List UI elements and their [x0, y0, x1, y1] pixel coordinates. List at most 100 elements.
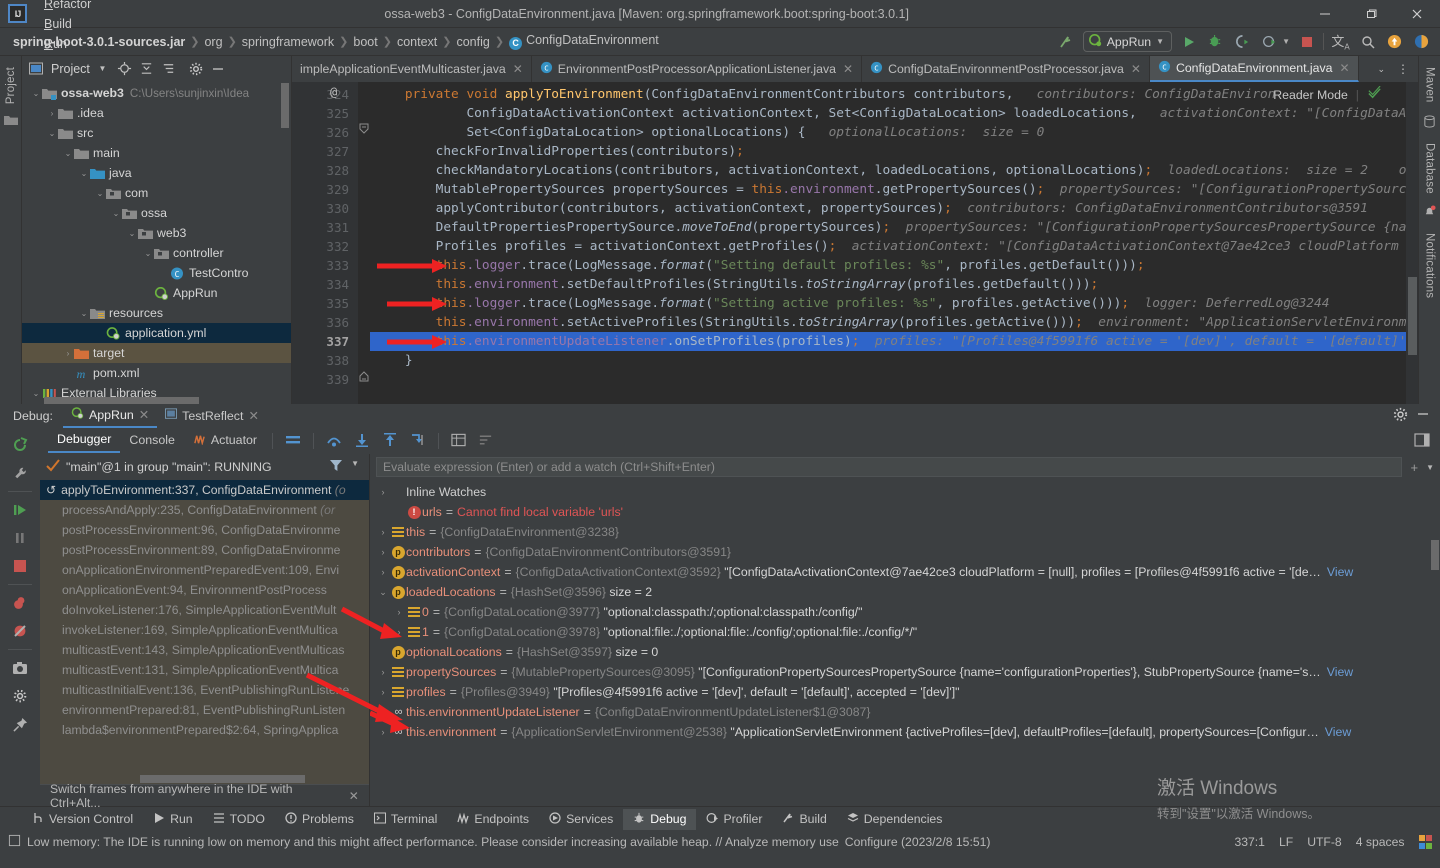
sort-values-icon[interactable]	[472, 433, 499, 450]
variable-row[interactable]: ! urls = Cannot find local variable 'urls'	[370, 502, 1440, 522]
chevron-right-icon[interactable]: ›	[392, 627, 406, 637]
view-link[interactable]: View	[1325, 725, 1351, 739]
fold-end-icon[interactable]	[358, 371, 370, 383]
chevron-right-icon[interactable]: ›	[46, 109, 58, 118]
debugger-settings-icon[interactable]	[1414, 432, 1440, 450]
gutter-line-324[interactable]: 324	[292, 85, 358, 104]
evaluate-table-icon[interactable]	[445, 433, 472, 450]
breadcrumb-item-0[interactable]: spring-boot-3.0.1-sources.jar	[13, 35, 185, 49]
debugger-tab-console[interactable]: Console	[120, 430, 183, 452]
editor-tab-3[interactable]: C ConfigDataEnvironment.java ✕	[1149, 56, 1359, 82]
indent-setting[interactable]: 4 spaces	[1356, 835, 1405, 849]
variables-scrollbar[interactable]	[1431, 540, 1439, 570]
code-line-329[interactable]: MutablePropertySources propertySources =…	[370, 180, 1406, 199]
gutter-line-331[interactable]: 331	[292, 218, 358, 237]
sidebar-item-database[interactable]: Database	[1424, 137, 1436, 200]
fold-column[interactable]	[358, 82, 370, 404]
call-stack-frame[interactable]: multicastEvent:143, SimpleApplicationEve…	[40, 640, 369, 660]
close-icon[interactable]: ✕	[843, 62, 853, 76]
database-icon[interactable]	[1423, 114, 1436, 131]
variable-row[interactable]: › p contributors = {ConfigDataEnvironmentCon…	[370, 542, 1440, 562]
chevron-down-icon[interactable]: ⌄	[30, 89, 42, 98]
toolwindow-button-build[interactable]: Build	[772, 809, 836, 830]
chevron-down-icon[interactable]: ⌄	[62, 149, 74, 158]
chevron-down-icon[interactable]: ⌄	[94, 189, 106, 198]
code-line-328[interactable]: checkMandatoryLocations(contributors, ac…	[370, 161, 1406, 180]
tree-item-controller[interactable]: ⌄ controller	[22, 243, 291, 263]
breadcrumb-item-6[interactable]: C ConfigDataEnvironment	[509, 33, 659, 50]
pause-program-icon[interactable]	[6, 525, 34, 551]
breadcrumb[interactable]: spring-boot-3.0.1-sources.jar ❯ org ❯ spring…	[13, 33, 659, 50]
tool-window-bar[interactable]: Version Control Run TODO Problems Terminal En…	[0, 806, 1440, 831]
gutter-line-333[interactable]: 333	[292, 256, 358, 275]
step-out-icon[interactable]	[376, 432, 404, 450]
settings-wrench-icon[interactable]	[6, 460, 34, 486]
call-stack-frame[interactable]: invokeListener:169, SimpleApplicationEve…	[40, 620, 369, 640]
expand-icon[interactable]	[159, 59, 178, 78]
toolwindow-button-debug[interactable]: Debug	[623, 808, 697, 830]
run-with-coverage-icon[interactable]	[1232, 31, 1253, 52]
breadcrumb-item-4[interactable]: context	[397, 35, 437, 49]
filter-icon[interactable]	[329, 459, 343, 475]
variable-row[interactable]: › ∞ this.environmentUpdateListener = {Config…	[370, 702, 1440, 722]
tree-item-src[interactable]: ⌄ src	[22, 123, 291, 143]
update-icon[interactable]	[1384, 31, 1405, 52]
variable-row[interactable]: › ∞ this.environment = {ApplicationServletEn…	[370, 722, 1440, 742]
code-line-326[interactable]: Set<ConfigDataLocation> optionalLocation…	[370, 123, 1406, 142]
chevron-right-icon[interactable]: ›	[376, 707, 390, 717]
step-over-icon[interactable]	[320, 433, 348, 450]
sidebar-item-project[interactable]: Project	[5, 61, 17, 110]
variable-row[interactable]: › Inline Watches	[370, 482, 1440, 502]
code-line-332[interactable]: Profiles profiles = activationContext.ge…	[370, 237, 1406, 256]
chevron-down-icon[interactable]: ⌄	[78, 169, 90, 178]
debugger-tab-debugger[interactable]: Debugger	[48, 429, 121, 453]
code-line-334[interactable]: this.environment.setDefaultProfiles(Stri…	[370, 275, 1406, 294]
call-stack-frame[interactable]: postProcessEnvironment:89, ConfigDataEnv…	[40, 540, 369, 560]
gutter-line-325[interactable]: 325	[292, 104, 358, 123]
code-line-339[interactable]	[370, 370, 1406, 389]
annotation-marker[interactable]: @	[330, 85, 337, 99]
settings-icon[interactable]	[187, 59, 206, 78]
gutter-line-335[interactable]: 335	[292, 294, 358, 313]
project-tree[interactable]: ⌄ ossa-web3 C:\Users\sunjinxin\Idea › .idea ⌄…	[22, 81, 291, 404]
sidebar-item-notifications[interactable]: Notifications	[1424, 227, 1436, 304]
call-stack-frame[interactable]: environmentPrepared:81, EventPublishingR…	[40, 700, 369, 720]
editor-tab-0[interactable]: impleApplicationEventMulticaster.java ✕	[292, 56, 532, 82]
evaluate-expression-input[interactable]: Evaluate expression (Enter) or add a wat…	[376, 457, 1403, 477]
editor-tab-2[interactable]: C ConfigDataEnvironmentPostProcessor.java…	[862, 56, 1150, 82]
caret-position[interactable]: 337:1	[1234, 835, 1265, 849]
gutter-line-336[interactable]: 336	[292, 313, 358, 332]
step-into-icon[interactable]	[348, 433, 376, 450]
call-stack-frame[interactable]: lambda$environmentPrepared$2:64, SpringA…	[40, 720, 369, 740]
gutter-line-328[interactable]: 328	[292, 161, 358, 180]
tree-item-testcontro[interactable]: C TestContro	[22, 263, 291, 283]
chevron-down-icon[interactable]: ⌄	[46, 129, 58, 138]
code-line-337[interactable]: this.environmentUpdateListener.onSetProf…	[370, 332, 1406, 351]
reader-mode-indicator[interactable]: Reader Mode |	[1273, 85, 1382, 104]
code-line-325[interactable]: ConfigDataActivationContext activationCo…	[370, 104, 1406, 123]
rerun-icon[interactable]	[6, 432, 34, 458]
close-icon[interactable]: ✕	[139, 407, 149, 422]
variable-row[interactable]: › 0 = {ConfigDataLocation@3977} "optional:c…	[370, 602, 1440, 622]
call-stack-frame[interactable]: postProcessEnvironment:96, ConfigDataEnv…	[40, 520, 369, 540]
tree-item-main[interactable]: ⌄ main	[22, 143, 291, 163]
close-button[interactable]	[1394, 0, 1440, 28]
menu-refactor[interactable]: Refactor	[36, 0, 101, 14]
search-icon[interactable]	[1357, 31, 1378, 52]
close-icon[interactable]: ✕	[1339, 61, 1349, 75]
menu-build[interactable]: Build	[36, 14, 101, 34]
toolwindow-button-run[interactable]: Run	[143, 809, 203, 830]
variables-tree[interactable]: › Inline Watches! urls = Cannot find local v…	[370, 480, 1440, 806]
breadcrumb-item-5[interactable]: config	[456, 35, 489, 49]
chevron-down-icon[interactable]: ▼	[93, 59, 112, 78]
toolwindow-button-problems[interactable]: Problems	[275, 809, 364, 830]
close-icon[interactable]: ✕	[513, 62, 523, 76]
profile-icon[interactable]	[1259, 31, 1280, 52]
close-icon[interactable]: ✕	[349, 789, 369, 803]
collapse-all-icon[interactable]	[137, 59, 156, 78]
run-icon[interactable]	[1178, 31, 1199, 52]
code-line-331[interactable]: DefaultPropertiesPropertySource.moveToEn…	[370, 218, 1406, 237]
more-options-icon[interactable]: ⋮	[1392, 62, 1414, 76]
notifications-icon[interactable]	[1423, 205, 1436, 221]
thread-selector[interactable]: "main"@1 in group "main": RUNNING ▼	[40, 454, 369, 480]
